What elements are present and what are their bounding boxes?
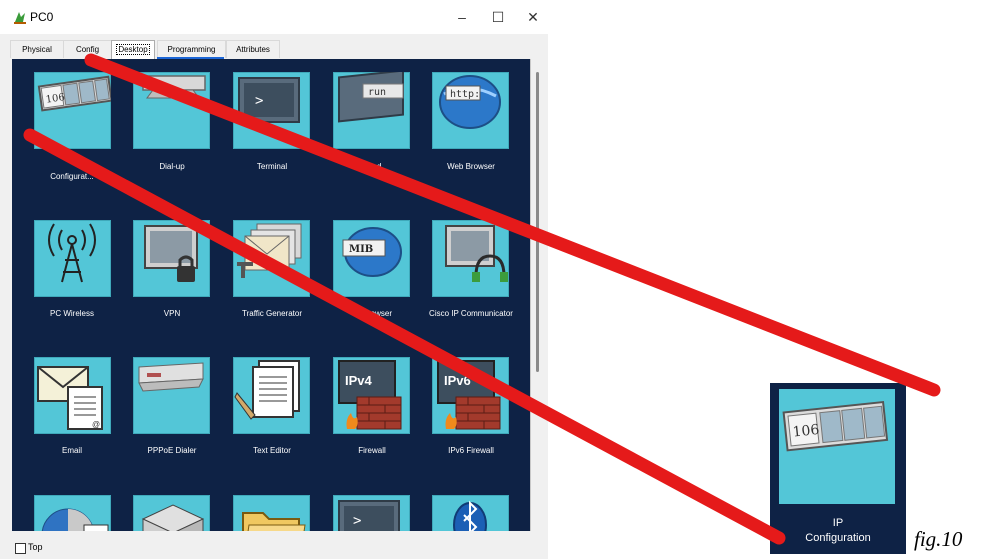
minimize-button[interactable]: – [447,6,477,28]
app-label-text-editor: Text Editor [253,446,291,455]
top-checkbox-label: Top [28,542,43,552]
traffic-generator-icon[interactable] [233,220,310,297]
folder-app-icon[interactable] [233,495,310,531]
ipv6-firewall-icon[interactable]: IPv6 [432,357,509,434]
svg-text:>: > [353,513,361,529]
title-bar: PC0 – ☐ ✕ [0,0,548,34]
wireless-icon[interactable] [34,220,111,297]
app-label-ipv6-firewall: IPv6 Firewall [448,446,494,455]
svg-text:run: run [368,87,386,98]
app-label-pc-wireless: PC Wireless [49,309,94,318]
maximize-button[interactable]: ☐ [483,6,513,28]
svg-text:http:: http: [450,89,480,100]
pc0-window: PC0 – ☐ ✕ Physical Config Desktop Progra… [0,0,548,559]
email-icon[interactable]: @ [34,357,111,434]
scrollbar-thumb[interactable] [536,72,539,372]
command-prompt-icon[interactable]: run [333,72,410,149]
close-button[interactable]: ✕ [518,6,548,28]
figure-caption: fig.10 [914,527,963,551]
package-app-icon[interactable] [133,495,210,531]
ip-communicator-icon[interactable] [432,220,509,297]
vpn-icon[interactable] [133,220,210,297]
app-label-dial-up: Dial-up [159,162,185,171]
ip-configuration-icon[interactable]: 106 [34,72,111,149]
svg-text:MIB: MIB [349,244,373,255]
app-label-cisco-ip-communicator: Cisco IP Communicator [429,309,513,318]
terminal-icon[interactable]: > [233,72,310,149]
tab-programming[interactable]: Programming [157,40,226,58]
desktop-panel: 106 Configurat... Dial-up > Terminal run… [12,59,531,531]
app-label-traffic-generator: Traffic Generator [241,309,303,318]
app-label-ip-configuration: Configurat... [50,172,94,181]
firewall-icon[interactable]: IPv4 [333,357,410,434]
mib-browser-icon[interactable]: MIB [333,220,410,297]
app-label-terminal: Terminal [256,162,288,171]
packet-tracer-icon [14,12,26,24]
zoomed-ip-configuration-label: IP Configuration [805,517,871,544]
app-label-email: Email [61,446,82,455]
app-label-vpn: VPN [163,309,181,318]
zoomed-ip-configuration-icon: 106 [779,389,895,504]
app-label-mib-browser: ...owser [363,309,392,318]
text-editor-icon[interactable] [233,357,310,434]
app-label-web-browser: Web Browser [447,162,495,171]
svg-text:IPv6: IPv6 [444,373,471,388]
window-title: PC0 [30,10,54,24]
tab-attributes[interactable]: Attributes [226,40,280,58]
top-checkbox[interactable] [15,543,26,554]
svg-text:>: > [255,93,263,109]
tab-config[interactable]: Config [63,40,112,58]
svg-text:@: @ [92,420,100,429]
bottom-bar [0,538,548,559]
console-app-icon[interactable]: > [333,495,410,531]
svg-text:106: 106 [792,422,820,441]
tab-desktop[interactable]: Desktop [111,40,155,59]
pppoe-dialer-icon[interactable] [133,357,210,434]
app-label-firewall: Firewall [358,446,386,455]
tab-physical[interactable]: Physical [10,40,64,58]
app-label-command-prompt: ...mand [354,162,382,171]
dial-up-icon[interactable] [133,72,210,149]
pie-chart-app-icon[interactable] [34,495,111,531]
svg-text:IPv4: IPv4 [345,373,373,388]
bluetooth-app-icon[interactable] [432,495,509,531]
web-browser-icon[interactable]: http: [432,72,509,149]
app-label-pppoe-dialer: PPPoE Dialer [147,446,197,455]
